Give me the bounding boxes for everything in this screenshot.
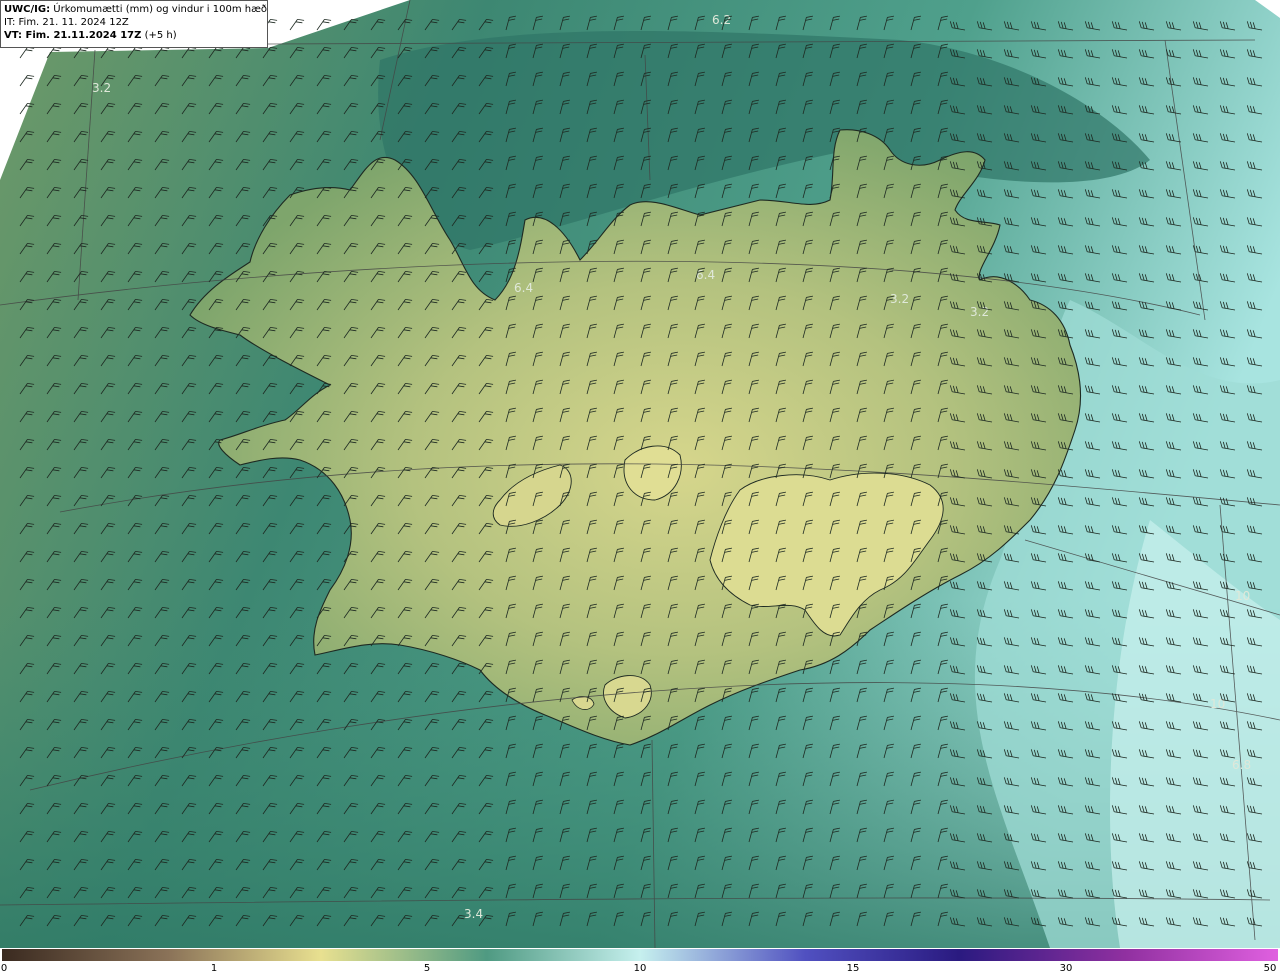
map-title: Úrkomumætti (mm) og vindur i 100m hæð bbox=[53, 4, 268, 15]
contour-label: 10 bbox=[1235, 589, 1250, 603]
colorbar-tick: 50 bbox=[1263, 963, 1277, 974]
contour-label: 10 bbox=[1210, 697, 1225, 711]
colorbar-tick: 5 bbox=[423, 963, 431, 974]
lead-time: (+5 h) bbox=[144, 30, 177, 41]
init-time: Fim. 21. 11. 2024 12Z bbox=[18, 17, 129, 28]
contour-label: 6.4 bbox=[514, 281, 533, 295]
valid-time-row: VT: Fim. 21.11.2024 17Z (+5 h) bbox=[4, 29, 264, 42]
colorbar bbox=[2, 949, 1278, 961]
contour-label: 6.4 bbox=[696, 268, 715, 282]
init-time-row: IT: Fim. 21. 11. 2024 12Z bbox=[4, 16, 264, 29]
model-label: UWC/IG: bbox=[4, 4, 51, 15]
colorbar-ticks: 0 1 5 10 15 30 50 bbox=[0, 962, 1280, 978]
contour-label: 3.4 bbox=[464, 907, 483, 921]
map-canvas: 6.2 3.2 6.4 6.4 3.2 3.2 10 10 6.8 3.4 bbox=[0, 0, 1280, 948]
contour-label: 3.2 bbox=[970, 305, 989, 319]
forecast-map: 6.2 3.2 6.4 6.4 3.2 3.2 10 10 6.8 3.4 UW… bbox=[0, 0, 1280, 948]
init-label: IT: bbox=[4, 17, 16, 28]
colorbar-tick: 0 bbox=[0, 963, 8, 974]
colorbar-tick: 1 bbox=[210, 963, 218, 974]
colorbar-tick: 30 bbox=[1059, 963, 1073, 974]
wind-barb bbox=[289, 18, 305, 31]
contour-label: 3.2 bbox=[92, 81, 111, 95]
wind-barb bbox=[19, 74, 35, 87]
contour-label: 6.8 bbox=[1232, 758, 1251, 772]
colorbar-tick: 15 bbox=[846, 963, 860, 974]
colorbar-tick: 10 bbox=[633, 963, 647, 974]
map-info-box: UWC/IG: Úrkomumætti (mm) og vindur i 100… bbox=[0, 0, 268, 48]
title-row: UWC/IG: Úrkomumætti (mm) og vindur i 100… bbox=[4, 3, 268, 16]
valid-time: VT: Fim. 21.11.2024 17Z bbox=[4, 30, 142, 41]
